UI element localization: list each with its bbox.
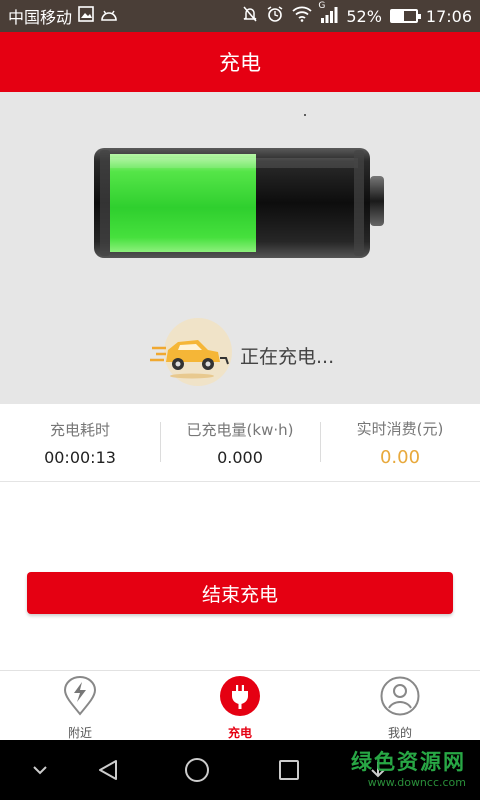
stat-value: 0.00 [379, 446, 421, 468]
battery-level [391, 11, 405, 21]
tab-bar: 附近 充电 我的 [0, 670, 480, 740]
location-pin-bolt-icon [62, 676, 98, 720]
stat-value: 00:00:13 [44, 447, 116, 467]
tab-label: 附近 [67, 726, 92, 740]
plug-icon [220, 676, 260, 720]
gallery-icon [78, 6, 94, 26]
page-title: 充电 [219, 51, 261, 75]
battery-icon [389, 9, 421, 23]
end-charging-button[interactable]: 结束充电 [27, 572, 453, 614]
battery-percent: 52% [346, 6, 382, 26]
network-type-label: G [318, 0, 326, 11]
stat-duration: 充电耗时 00:00:13 [0, 404, 160, 481]
recents-icon[interactable] [276, 740, 302, 800]
tab-label: 我的 [387, 726, 412, 740]
car-charging-icon [148, 318, 232, 392]
clock: 17:06 [425, 6, 472, 26]
stat-label: 实时消费(元) [356, 419, 444, 438]
watermark-url: www.downcc.com [367, 776, 466, 789]
carrier-name: 中国移动 [8, 8, 73, 27]
title-bar: 充电 [0, 32, 480, 92]
status-right: G 52% 17:06 [242, 1, 472, 27]
dot-mark [304, 114, 306, 116]
status-left: 中国移动 [8, 4, 118, 28]
battery-cap [370, 176, 384, 226]
back-icon[interactable] [94, 740, 122, 800]
battery-graphic [94, 148, 384, 258]
charging-status: 正在充电... [148, 318, 334, 392]
status-bar: 中国移动 G 52% 17:06 [0, 0, 480, 32]
stat-energy: 已充电量(kw·h) 0.000 [160, 404, 320, 481]
stat-value: 0.000 [217, 447, 263, 467]
alarm-icon [266, 5, 284, 27]
tab-nearby[interactable]: 附近 [0, 671, 160, 740]
tab-label: 充电 [227, 726, 252, 740]
charging-stats: 充电耗时 00:00:13 已充电量(kw·h) 0.000 实时消费(元) 0… [0, 404, 480, 482]
charge-level-fill [110, 154, 256, 252]
android-icon [100, 7, 118, 26]
battery-highlight [110, 158, 358, 168]
wifi-icon [292, 6, 312, 26]
stat-label: 已充电量(kw·h) [186, 420, 294, 439]
system-nav-bar: 绿色资源网 www.downcc.com [0, 740, 480, 800]
stat-cost: 实时消费(元) 0.00 [320, 404, 480, 481]
stat-label: 充电耗时 [49, 420, 110, 439]
tab-me[interactable]: 我的 [320, 671, 480, 740]
battery-right-rim [354, 150, 364, 256]
charging-status-text: 正在充电... [240, 345, 335, 368]
mute-icon [242, 5, 258, 27]
battery-left-rim [100, 150, 110, 256]
watermark-title: 绿色资源网 [351, 750, 466, 774]
tab-charge[interactable]: 充电 [160, 671, 320, 740]
chevron-down-icon[interactable] [28, 740, 52, 800]
home-icon[interactable] [183, 740, 211, 800]
watermark: 绿色资源网 www.downcc.com [351, 746, 466, 789]
user-icon [380, 676, 420, 720]
charging-hero: 正在充电... [0, 92, 480, 404]
signal-icon: G [318, 1, 338, 26]
